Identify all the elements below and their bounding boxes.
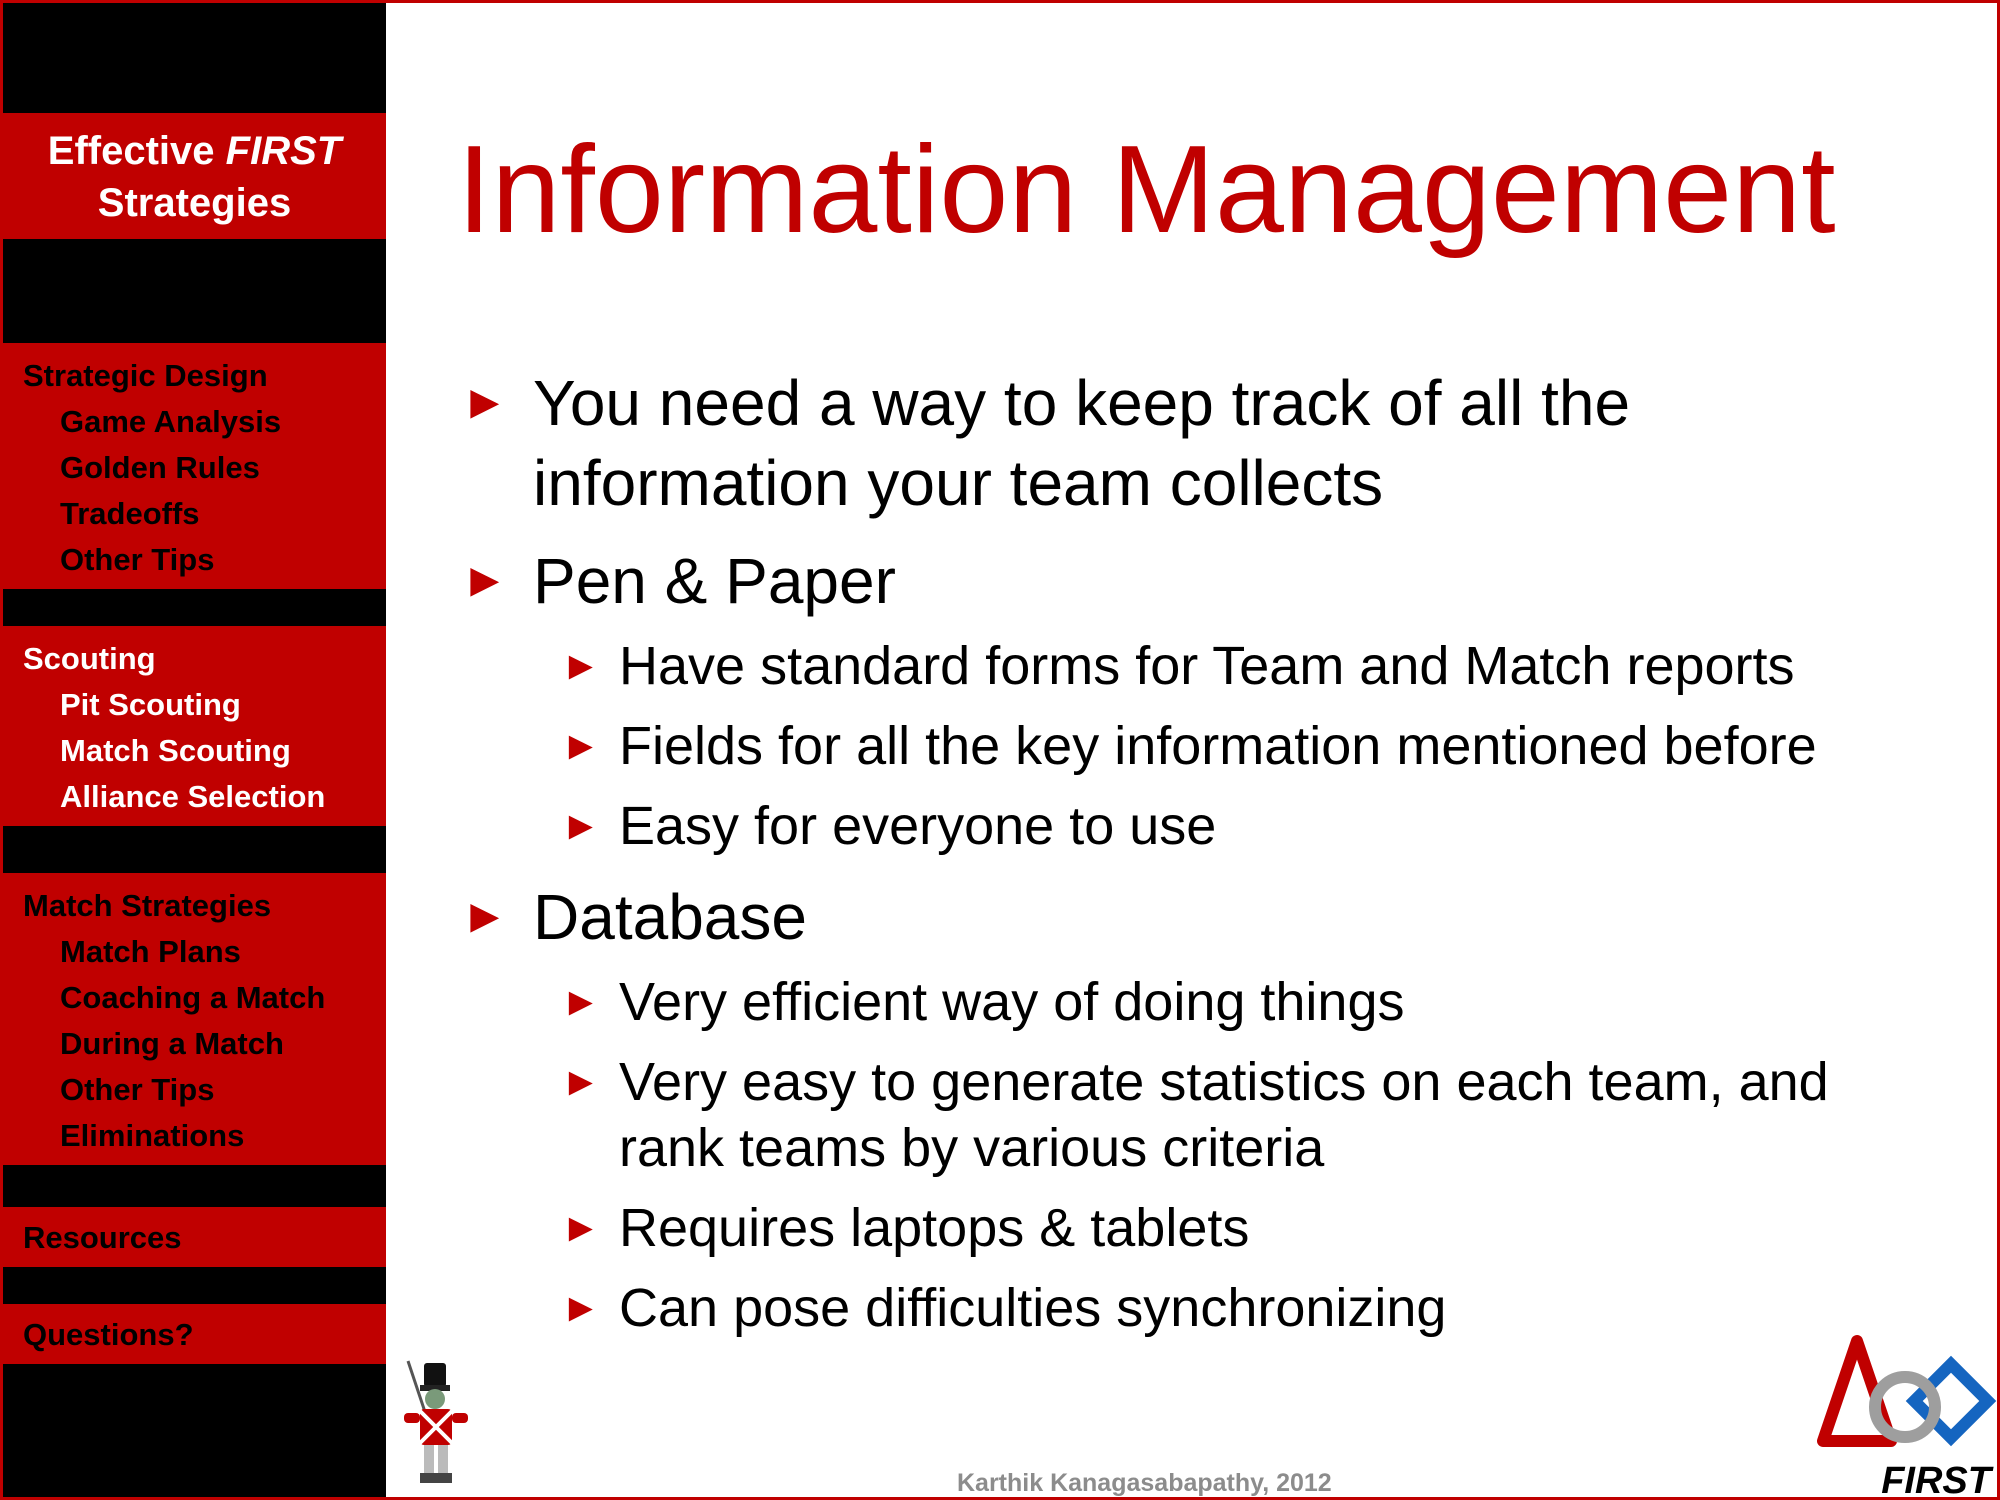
nav-item-match-plans[interactable]: Match Plans [23, 929, 386, 975]
sub-bullet-item: ► Requires laptops & tablets [461, 1195, 1881, 1261]
nav-section-resources: Resources [3, 1207, 386, 1267]
sub-bullet-item: ► Can pose difficulties synchronizing [461, 1275, 1881, 1341]
sub-bullet-item: ► Easy for everyone to use [461, 793, 1881, 859]
bullet-arrow-icon: ► [561, 980, 601, 1024]
nav-section-scouting: Scouting Pit Scouting Match Scouting All… [3, 626, 386, 826]
bullet-arrow-icon: ► [561, 1060, 601, 1104]
nav-head-resources[interactable]: Resources [23, 1215, 386, 1261]
nav-item-coaching-a-match[interactable]: Coaching a Match [23, 975, 386, 1021]
sidebar: Effective FIRST Strategies Strategic Des… [3, 3, 386, 1497]
bullet-list: ► You need a way to keep track of all th… [461, 363, 1881, 1355]
bullet-arrow-icon: ► [561, 1286, 601, 1330]
nav-item-other-tips[interactable]: Other Tips [23, 537, 386, 583]
first-logo-icon: FIRST [1817, 1335, 1997, 1498]
nav-section-match-strategies: Match Strategies Match Plans Coaching a … [3, 873, 386, 1165]
sub-bullet-text: Very efficient way of doing things [619, 972, 1405, 1032]
robot-mascot-icon [404, 1360, 468, 1483]
bullet-item: ► You need a way to keep track of all th… [461, 363, 1881, 523]
bullet-arrow-icon: ► [461, 890, 509, 943]
bullet-text: Database [533, 881, 807, 953]
nav-item-alliance-selection[interactable]: Alliance Selection [23, 774, 386, 820]
bullet-text: Pen & Paper [533, 545, 896, 617]
nav-head-scouting[interactable]: Scouting [23, 636, 386, 682]
sub-bullet-text: Requires laptops & tablets [619, 1198, 1250, 1258]
brand-line2: Strategies [97, 181, 292, 225]
bullet-arrow-icon: ► [561, 644, 601, 688]
nav-item-during-a-match[interactable]: During a Match [23, 1021, 386, 1067]
bullet-arrow-icon: ► [561, 1206, 601, 1250]
sub-bullet-text: Fields for all the key information menti… [619, 716, 1817, 776]
sub-bullet-text: Can pose difficulties synchronizing [619, 1278, 1447, 1338]
brand-emphasis: FIRST [225, 129, 342, 173]
nav-head-questions[interactable]: Questions? [23, 1312, 386, 1358]
bullet-arrow-icon: ► [561, 804, 601, 848]
sub-bullet-text: Easy for everyone to use [619, 796, 1217, 856]
bullet-arrow-icon: ► [461, 376, 509, 429]
bullet-arrow-icon: ► [461, 554, 509, 607]
bullet-item: ► Database [461, 877, 1881, 957]
bullet-arrow-icon: ► [561, 724, 601, 768]
nav-item-other-tips-2[interactable]: Other Tips [23, 1067, 386, 1113]
footer-credit: Karthik Kanagasabapathy, 2012 [957, 1469, 1332, 1497]
sub-bullet-text: Have standard forms for Team and Match r… [619, 636, 1795, 696]
nav-item-eliminations[interactable]: Eliminations [23, 1113, 386, 1159]
nav-section-strategic-design: Strategic Design Game Analysis Golden Ru… [3, 343, 386, 589]
brand-title: Effective FIRST Strategies [3, 113, 386, 239]
sub-bullet-item: ► Fields for all the key information men… [461, 713, 1881, 779]
nav-item-game-analysis[interactable]: Game Analysis [23, 399, 386, 445]
nav-head-match-strategies[interactable]: Match Strategies [23, 883, 386, 929]
bullet-text: You need a way to keep track of all the … [533, 367, 1631, 519]
brand-prefix: Effective [47, 129, 226, 173]
nav-item-pit-scouting[interactable]: Pit Scouting [23, 682, 386, 728]
page-title: Information Management [457, 121, 1836, 259]
nav-section-questions: Questions? [3, 1304, 386, 1364]
bullet-item: ► Pen & Paper [461, 541, 1881, 621]
nav-item-match-scouting[interactable]: Match Scouting [23, 728, 386, 774]
sub-bullet-item: ► Very easy to generate statistics on ea… [461, 1049, 1881, 1181]
sub-bullet-text: Very easy to generate statistics on each… [619, 1052, 1829, 1178]
nav-head-strategic-design[interactable]: Strategic Design [23, 353, 386, 399]
sub-bullet-item: ► Have standard forms for Team and Match… [461, 633, 1881, 699]
nav-item-tradeoffs[interactable]: Tradeoffs [23, 491, 386, 537]
logo-wordmark: FIRST [1881, 1460, 1994, 1498]
slide: Effective FIRST Strategies Strategic Des… [0, 0, 2000, 1500]
nav-item-golden-rules[interactable]: Golden Rules [23, 445, 386, 491]
sub-bullet-item: ► Very efficient way of doing things [461, 969, 1881, 1035]
